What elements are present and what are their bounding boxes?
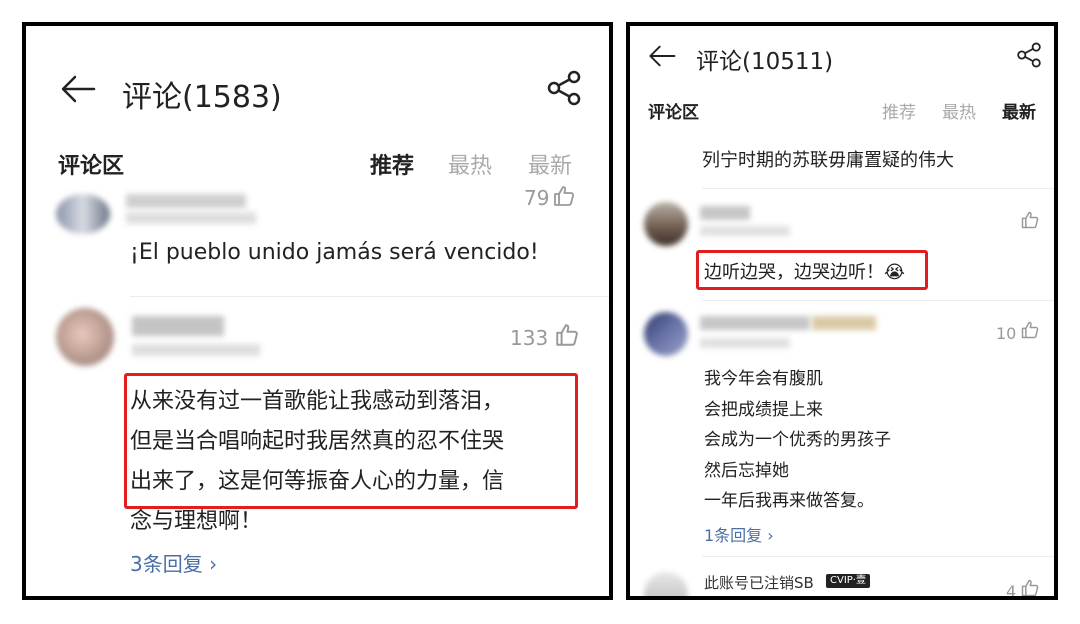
left-panel-frame: 评论(1583) 评论区 推荐 最热 最新 79 ¡El pueblo unid… — [22, 22, 613, 600]
username[interactable]: 此账号已注销SB — [704, 572, 814, 593]
comment-text: ¡El pueblo unido jamás será vencido! — [130, 240, 539, 265]
comment-text: 我今年会有腹肌 会把成绩提上来 会成为一个优秀的男孩子 然后忘掉她 一年后我再来… — [704, 364, 891, 517]
comment-text: 列宁时期的苏联毋庸置疑的伟大 — [702, 150, 954, 171]
thumbs-up-icon[interactable] — [552, 184, 576, 208]
comment-section-title: 评论区 — [648, 103, 699, 123]
share-icon[interactable] — [1016, 42, 1042, 68]
back-arrow-icon[interactable] — [648, 44, 676, 68]
replies-link[interactable]: 1条回复 › — [704, 522, 774, 546]
thumbs-up-icon[interactable] — [1020, 320, 1040, 340]
share-icon[interactable] — [546, 70, 582, 106]
divider — [702, 300, 1054, 301]
avatar[interactable] — [56, 194, 110, 234]
username-blurred — [132, 316, 224, 336]
thumbs-up-icon[interactable] — [1020, 210, 1040, 230]
comment-line: 会把成绩提上来 — [704, 399, 823, 420]
tab-hottest[interactable]: 最热 — [942, 98, 976, 123]
username-blurred — [700, 206, 750, 220]
avatar[interactable] — [644, 572, 688, 596]
thumbs-up-icon[interactable] — [554, 322, 580, 348]
comment-line: 会成为一个优秀的男孩子 — [704, 430, 891, 450]
highlight-box — [124, 373, 578, 509]
right-screenshot: 评论(10511) 评论区 推荐 最热 最新 列宁时期的苏联毋庸置疑的伟大 边听… — [630, 26, 1054, 596]
highlight-box — [696, 250, 928, 290]
divider — [702, 556, 1054, 557]
timestamp-blurred — [126, 212, 256, 224]
comment-line: 我今年会有腹肌 — [704, 369, 823, 389]
left-screenshot: 评论(1583) 评论区 推荐 最热 最新 79 ¡El pueblo unid… — [26, 26, 609, 596]
divider — [130, 296, 609, 297]
comment-section-title: 评论区 — [58, 154, 125, 179]
back-arrow-icon[interactable] — [60, 74, 96, 104]
thumbs-up-icon[interactable] — [1020, 578, 1040, 596]
comment-line: 然后忘掉她 — [704, 460, 789, 481]
vip-badge-blurred — [812, 316, 876, 330]
divider — [702, 188, 1054, 189]
page-title: 评论(1583) — [122, 80, 282, 115]
tab-newest[interactable]: 最新 — [528, 148, 572, 180]
timestamp-blurred — [132, 344, 260, 356]
timestamp-blurred — [700, 226, 790, 236]
vip-badge: CVIP·壹 — [826, 574, 870, 588]
like-count: 133 — [510, 326, 549, 350]
tab-newest[interactable]: 最新 — [1002, 98, 1036, 123]
replies-link[interactable]: 3条回复 › — [130, 548, 217, 577]
like-count: 79 — [524, 186, 550, 210]
like-count: 4 — [1006, 582, 1017, 596]
username-blurred — [126, 194, 246, 208]
timestamp-blurred — [700, 338, 790, 348]
comment-line: 一年后我再来做答复。 — [704, 491, 874, 511]
avatar[interactable] — [644, 202, 688, 246]
avatar[interactable] — [56, 308, 114, 366]
avatar[interactable] — [644, 312, 688, 356]
right-panel-frame: 评论(10511) 评论区 推荐 最热 最新 列宁时期的苏联毋庸置疑的伟大 边听… — [626, 22, 1058, 600]
tab-recommended[interactable]: 推荐 — [370, 148, 414, 180]
tab-recommended[interactable]: 推荐 — [882, 98, 916, 123]
username-blurred — [700, 316, 810, 330]
like-count: 10 — [996, 324, 1017, 343]
page-title: 评论(10511) — [696, 49, 834, 75]
tab-hottest[interactable]: 最热 — [448, 148, 492, 180]
